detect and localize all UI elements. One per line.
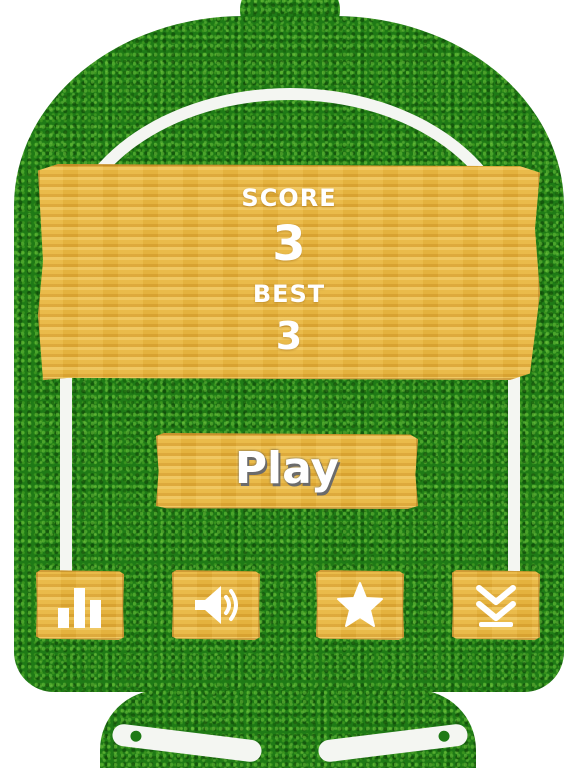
sound-button[interactable] <box>172 570 260 640</box>
play-button[interactable]: Play <box>156 433 418 509</box>
play-label: Play <box>234 443 340 494</box>
sound-icon <box>195 586 238 624</box>
score-board: SCORE 3 BEST 3 <box>38 164 540 380</box>
flipper-pivot <box>437 730 451 743</box>
score-label: SCORE <box>241 184 337 212</box>
star-icon <box>337 582 383 627</box>
best-value: 3 <box>275 314 303 358</box>
best-label: BEST <box>252 280 326 308</box>
flipper-pivot <box>129 730 143 743</box>
game-screen: SCORE 3 BEST 3 Play <box>0 0 576 768</box>
leaderboard-button[interactable] <box>36 570 124 640</box>
chevron-double-down-icon <box>476 585 516 627</box>
score-value: 3 <box>272 216 306 272</box>
rate-button[interactable] <box>316 570 404 640</box>
more-button[interactable] <box>452 570 540 640</box>
leaderboard-icon <box>58 588 101 628</box>
